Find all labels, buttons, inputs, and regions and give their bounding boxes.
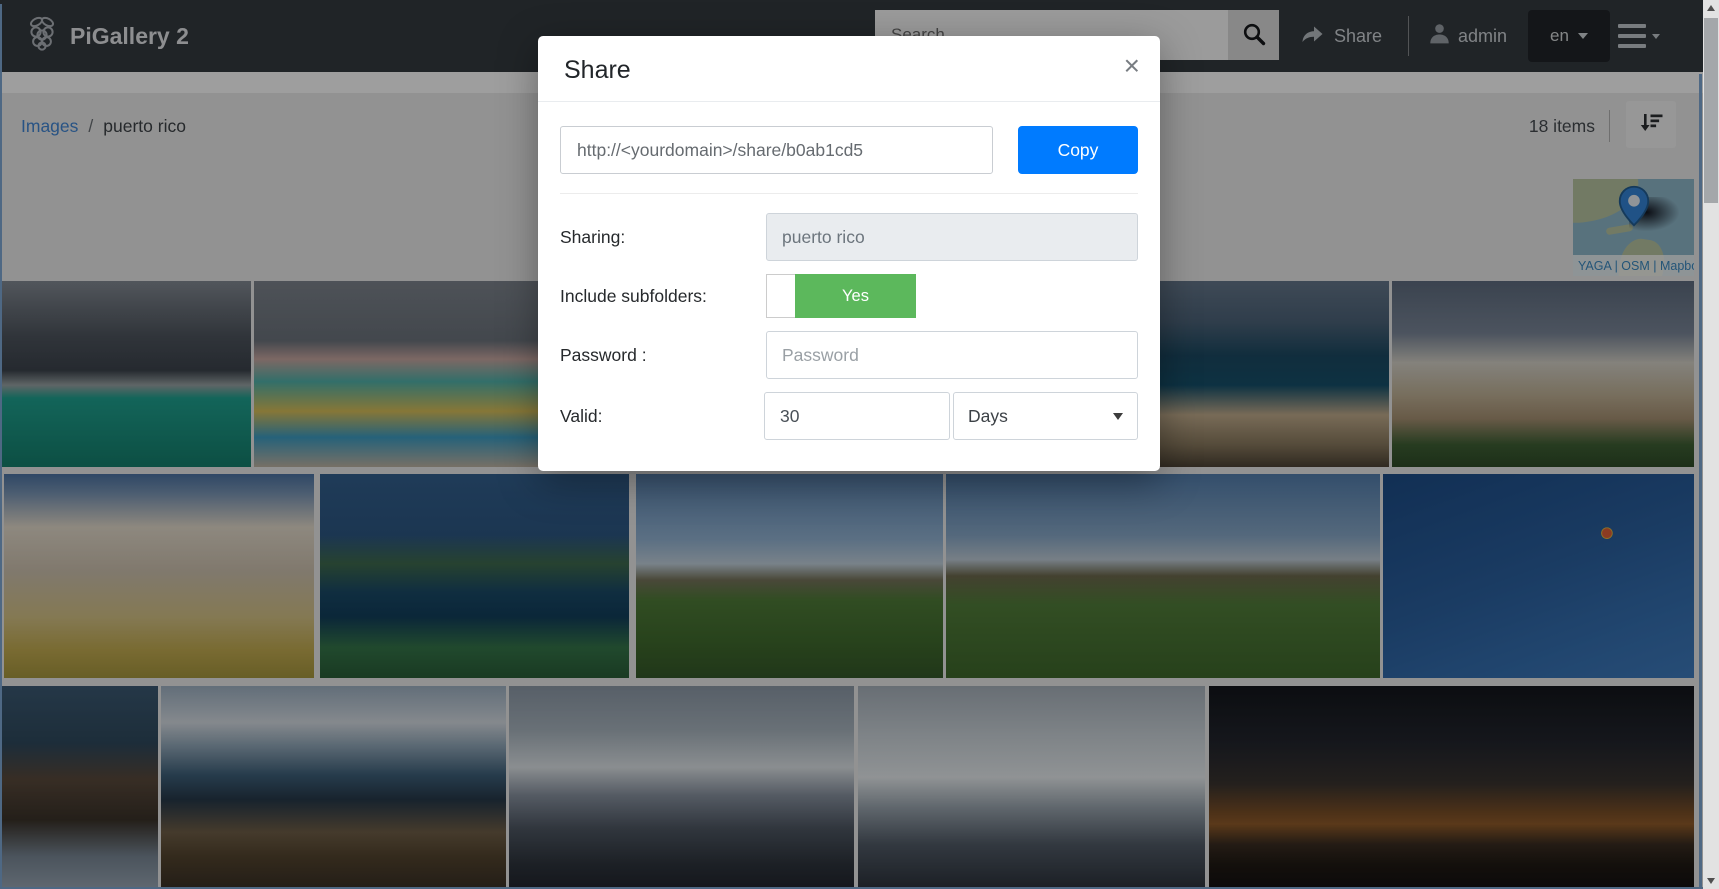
toggle-off-segment [766,274,795,318]
modal-body-divider [560,193,1138,194]
vertical-scrollbar[interactable] [1703,0,1719,889]
share-modal-header: Share × [538,36,1160,102]
scrollbar-up-button[interactable] [1703,0,1719,16]
valid-row: Valid: Days [560,392,1138,440]
scrollbar-down-button[interactable] [1703,873,1719,889]
valid-unit-select[interactable]: Days [953,392,1138,440]
sharing-value-field [766,213,1138,261]
select-caret-icon [1113,413,1123,420]
share-url-row: Copy [560,126,1138,174]
share-modal: Share × Copy Sharing: Include subfolders… [538,36,1160,471]
arrow-down-icon [1707,878,1715,884]
valid-amount-field[interactable] [764,392,950,440]
password-field[interactable] [766,331,1138,379]
share-modal-title: Share [564,56,1134,85]
share-url-input[interactable] [560,126,993,174]
include-subfolders-toggle[interactable]: Yes [766,274,916,318]
valid-unit-value: Days [968,406,1008,427]
toggle-on-segment: Yes [795,274,916,318]
pigallery-window: Images / puerto rico 18 items YAGA | [0,0,1703,889]
copy-button[interactable]: Copy [1018,126,1138,174]
share-modal-body: Copy Sharing: Include subfolders: Yes [538,102,1160,471]
password-label: Password : [560,345,766,366]
sharing-row: Sharing: [560,213,1138,261]
close-icon[interactable]: × [1124,52,1140,80]
valid-label: Valid: [560,406,764,427]
include-subfolders-row: Include subfolders: Yes [560,274,1138,318]
sharing-label: Sharing: [560,227,766,248]
scrollbar-thumb[interactable] [1704,18,1718,203]
include-subfolders-label: Include subfolders: [560,286,766,307]
password-row: Password : [560,331,1138,379]
arrow-up-icon [1707,5,1715,11]
